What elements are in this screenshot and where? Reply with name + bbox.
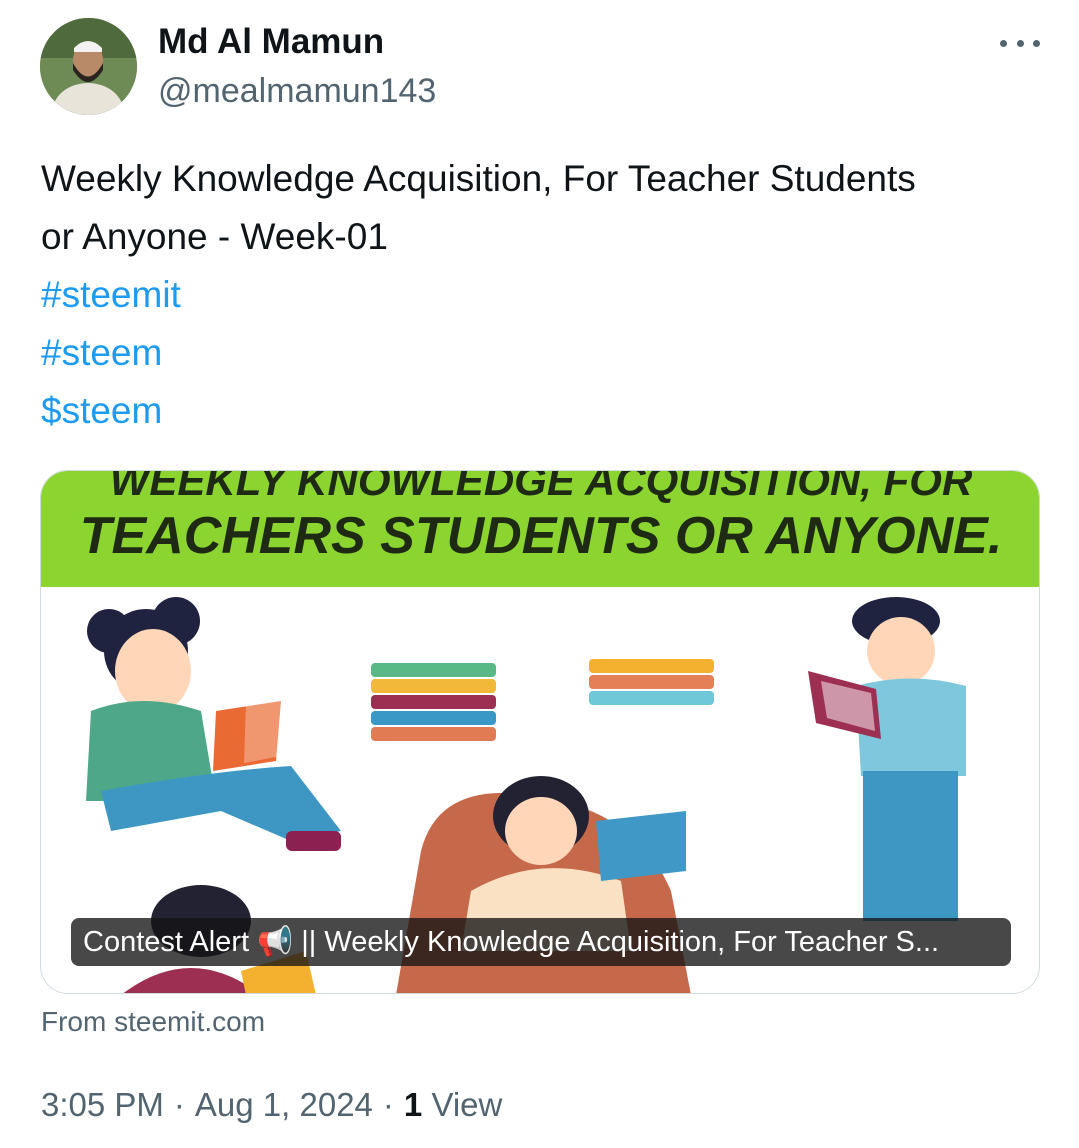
views-label: View xyxy=(431,1086,503,1123)
author-name[interactable]: Md Al Mamun xyxy=(158,22,384,62)
tweet-meta: 3:05 PM · Aug 1, 2024 · 1 View xyxy=(41,1086,502,1124)
tweet-time[interactable]: 3:05 PM xyxy=(41,1086,164,1123)
hashtag-link[interactable]: #steem xyxy=(41,324,1051,382)
tweet-date[interactable]: Aug 1, 2024 xyxy=(195,1086,373,1123)
tweet-text-line: or Anyone - Week-01 xyxy=(41,216,388,257)
card-image: WEEKLY KNOWLEDGE ACQUISITION, FOR TEACHE… xyxy=(41,471,1039,993)
banner-line2: TEACHERS STUDENTS OR ANYONE. xyxy=(80,507,1003,565)
dot xyxy=(1016,39,1024,47)
banner-line1: WEEKLY KNOWLEDGE ACQUISITION, FOR xyxy=(110,471,973,505)
book-stack-left xyxy=(371,663,496,741)
avatar-photo xyxy=(40,18,137,115)
separator: · xyxy=(382,1086,394,1123)
author-handle[interactable]: @mealmamun143 xyxy=(158,72,436,111)
separator: · xyxy=(173,1086,185,1123)
dot xyxy=(1000,39,1007,47)
more-options-icon[interactable] xyxy=(1000,30,1040,56)
book-stack-right xyxy=(589,659,714,705)
tweet-text-line: Weekly Knowledge Acquisition, For Teache… xyxy=(41,158,916,199)
cashtag-link[interactable]: $steem xyxy=(41,382,1051,440)
card-caption: Contest Alert 📢 || Weekly Knowledge Acqu… xyxy=(71,918,1011,966)
link-preview-card[interactable]: WEEKLY KNOWLEDGE ACQUISITION, FOR TEACHE… xyxy=(40,470,1040,994)
dot xyxy=(1033,39,1040,47)
hashtag-link[interactable]: #steemit xyxy=(41,266,1051,324)
tweet-text: Weekly Knowledge Acquisition, For Teache… xyxy=(41,150,1051,440)
avatar[interactable] xyxy=(40,18,137,115)
views-count: 1 xyxy=(403,1086,423,1123)
card-source-link[interactable]: From steemit.com xyxy=(41,1006,265,1038)
